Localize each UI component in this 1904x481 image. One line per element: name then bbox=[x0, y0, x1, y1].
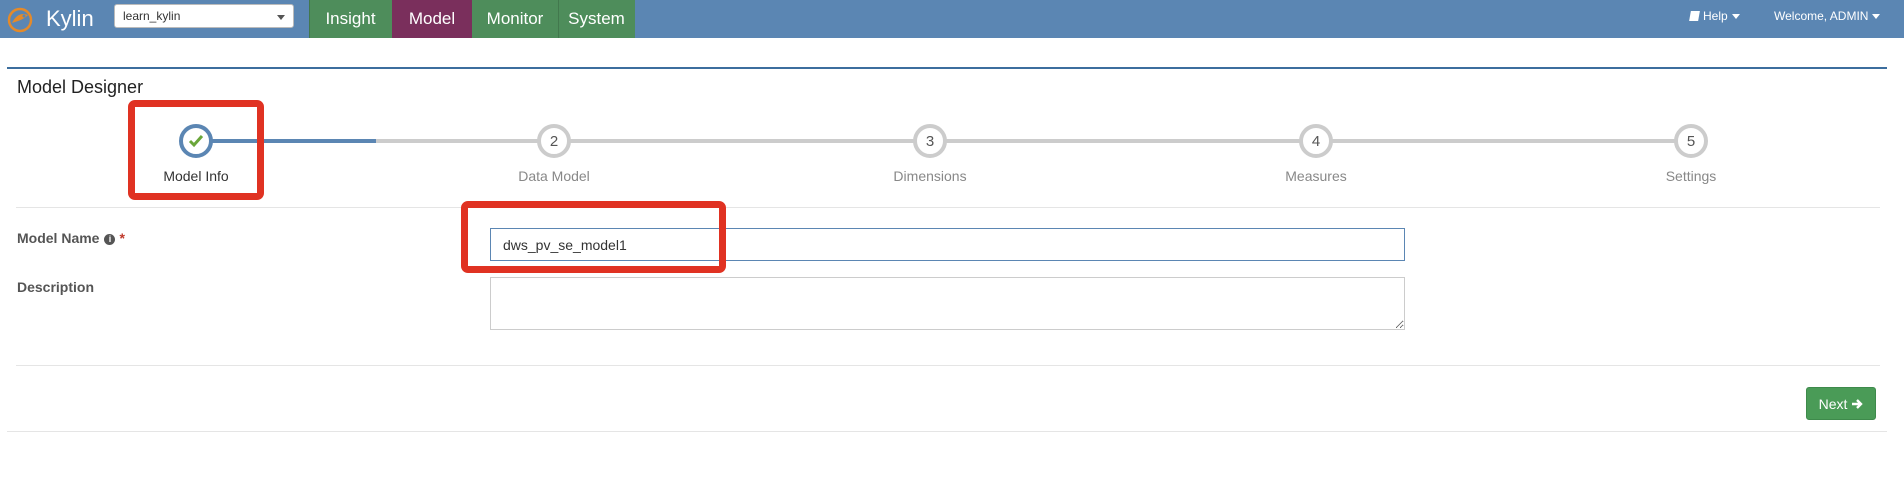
info-circle-icon[interactable]: i bbox=[104, 233, 116, 245]
step-number: 3 bbox=[925, 132, 935, 150]
next-button[interactable]: Next bbox=[1806, 387, 1876, 420]
brand[interactable]: Kylin bbox=[0, 0, 96, 38]
wizard-step-4-label: Measures bbox=[1285, 168, 1347, 184]
main-nav: Insight Model Monitor System bbox=[309, 0, 635, 38]
page-title: Model Designer bbox=[17, 77, 144, 97]
wizard-step-3[interactable]: 3 bbox=[913, 124, 947, 158]
wizard-step-3-label: Dimensions bbox=[893, 168, 967, 184]
required-mark: * bbox=[119, 230, 125, 246]
divider bbox=[16, 207, 1880, 208]
nav-tab-label: Monitor bbox=[486, 9, 544, 28]
chevron-down-icon bbox=[1731, 13, 1740, 19]
wizard-step-2[interactable]: 2 bbox=[537, 124, 571, 158]
divider bbox=[7, 431, 1887, 432]
chevron-down-icon bbox=[277, 15, 285, 20]
help-menu[interactable]: Help bbox=[1689, 0, 1740, 32]
arrow-right-icon bbox=[1852, 398, 1864, 409]
welcome-label: Welcome, ADMIN bbox=[1774, 9, 1869, 23]
highlight-box-model-name bbox=[461, 201, 726, 273]
nav-tab-model[interactable]: Model bbox=[392, 0, 472, 38]
wizard-step-4[interactable]: 4 bbox=[1299, 124, 1333, 158]
nav-separator bbox=[309, 0, 310, 38]
help-label: Help bbox=[1703, 9, 1728, 23]
wizard-step-2-label: Data Model bbox=[518, 168, 590, 184]
wizard-step-5[interactable]: 5 bbox=[1674, 124, 1708, 158]
kylin-logo-icon bbox=[4, 3, 36, 35]
nav-tab-system[interactable]: System bbox=[558, 0, 635, 38]
description-textarea[interactable] bbox=[490, 277, 1405, 330]
app-name: Kylin bbox=[46, 6, 94, 31]
model-name-label-text: Model Name bbox=[17, 230, 100, 246]
nav-tab-label: Insight bbox=[325, 9, 376, 28]
nav-tab-insight[interactable]: Insight bbox=[309, 0, 392, 38]
model-name-label: Model Name i * bbox=[17, 230, 125, 246]
highlight-box-step1 bbox=[128, 100, 264, 200]
project-select[interactable]: learn_kylin bbox=[114, 4, 294, 28]
description-label: Description bbox=[17, 279, 95, 295]
chevron-down-icon bbox=[1872, 13, 1881, 19]
top-navbar: Kylin learn_kylin Insight Model Monitor … bbox=[0, 0, 1904, 38]
next-button-label: Next bbox=[1818, 395, 1848, 412]
divider bbox=[16, 365, 1880, 366]
wizard-step-5-label: Settings bbox=[1665, 168, 1717, 184]
nav-tab-monitor[interactable]: Monitor bbox=[472, 0, 558, 38]
nav-tab-label: System bbox=[568, 9, 625, 28]
book-icon bbox=[1689, 11, 1700, 21]
step-number: 2 bbox=[549, 132, 559, 150]
project-select-value: learn_kylin bbox=[123, 9, 181, 23]
nav-tab-label: Model bbox=[408, 9, 456, 28]
user-menu[interactable]: Welcome, ADMIN bbox=[1774, 0, 1881, 32]
panel-border bbox=[7, 67, 1887, 69]
step-number: 4 bbox=[1311, 132, 1321, 150]
step-number: 5 bbox=[1686, 132, 1696, 150]
